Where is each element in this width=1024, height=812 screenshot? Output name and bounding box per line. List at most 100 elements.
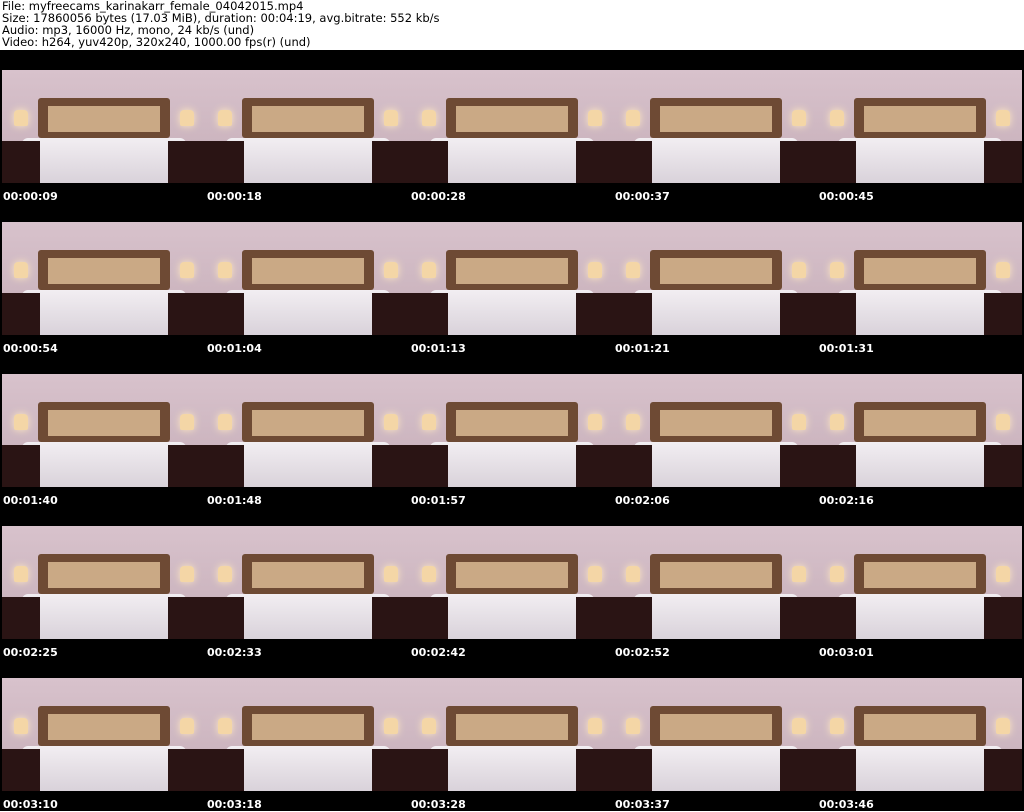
thumbnail: 00:00:28	[410, 52, 614, 204]
nightstand	[2, 141, 40, 183]
timestamp: 00:01:48	[207, 494, 262, 507]
video-frame	[2, 678, 206, 791]
lamp	[996, 262, 1010, 278]
video-frame	[614, 526, 818, 639]
nightstand	[410, 293, 448, 335]
nightstand	[168, 293, 206, 335]
timestamp: 00:01:04	[207, 342, 262, 355]
nightstand	[168, 141, 206, 183]
lamp	[384, 566, 398, 582]
lamp	[588, 262, 602, 278]
video-frame	[206, 526, 410, 639]
headboard	[854, 98, 986, 138]
video-frame	[818, 374, 1022, 487]
nightstand	[818, 293, 856, 335]
headboard	[854, 402, 986, 442]
nightstand	[614, 141, 652, 183]
video-frame	[2, 374, 206, 487]
headboard	[446, 554, 578, 594]
bed	[226, 594, 390, 639]
thumbnail: 00:00:18	[206, 52, 410, 204]
bed	[838, 138, 1002, 183]
nightstand	[576, 293, 614, 335]
thumbnail: 00:03:46	[818, 660, 1022, 812]
nightstand	[372, 597, 410, 639]
nightstand	[614, 293, 652, 335]
headboard	[38, 554, 170, 594]
nightstand	[780, 293, 818, 335]
bed	[838, 594, 1002, 639]
thumbnail: 00:03:37	[614, 660, 818, 812]
lamp	[14, 262, 28, 278]
nightstand	[206, 749, 244, 791]
timestamp: 00:02:52	[615, 646, 670, 659]
nightstand	[780, 141, 818, 183]
video-frame	[2, 70, 206, 183]
thumbnail-grid: 00:00:09 00:00:18 00:00:28 00:00:37 00:00:45…	[2, 52, 1022, 812]
thumbnail: 00:01:04	[206, 204, 410, 356]
lamp	[384, 110, 398, 126]
bed	[838, 746, 1002, 791]
lamp	[626, 566, 640, 582]
nightstand	[372, 749, 410, 791]
thumbnail-sheet: 00:00:09 00:00:18 00:00:28 00:00:37 00:00:45…	[0, 50, 1024, 811]
nightstand	[410, 749, 448, 791]
lamp	[792, 414, 806, 430]
bed	[430, 594, 594, 639]
headboard	[242, 554, 374, 594]
timestamp: 00:02:16	[819, 494, 874, 507]
headboard	[854, 554, 986, 594]
video-frame	[410, 222, 614, 335]
thumbnail: 00:02:52	[614, 508, 818, 660]
thumbnail: 00:02:06	[614, 356, 818, 508]
lamp	[218, 718, 232, 734]
bed	[430, 290, 594, 335]
lamp	[996, 414, 1010, 430]
thumbnail: 00:03:18	[206, 660, 410, 812]
video-frame	[614, 70, 818, 183]
bed	[634, 746, 798, 791]
timestamp: 00:03:37	[615, 798, 670, 811]
thumbnail: 00:02:16	[818, 356, 1022, 508]
thumbnail: 00:01:31	[818, 204, 1022, 356]
headboard	[242, 402, 374, 442]
thumbnail: 00:01:40	[2, 356, 206, 508]
video-frame	[206, 374, 410, 487]
nightstand	[372, 293, 410, 335]
timestamp: 00:03:28	[411, 798, 466, 811]
headboard	[854, 706, 986, 746]
nightstand	[410, 445, 448, 487]
thumbnail: 00:01:13	[410, 204, 614, 356]
lamp	[384, 414, 398, 430]
nightstand	[984, 749, 1022, 791]
nightstand	[2, 749, 40, 791]
lamp	[996, 718, 1010, 734]
lamp	[996, 110, 1010, 126]
lamp	[830, 566, 844, 582]
nightstand	[372, 141, 410, 183]
thumbnail: 00:00:09	[2, 52, 206, 204]
bed	[430, 746, 594, 791]
nightstand	[818, 141, 856, 183]
lamp	[588, 414, 602, 430]
bed	[226, 138, 390, 183]
video-frame	[614, 678, 818, 791]
nightstand	[818, 445, 856, 487]
bed	[226, 442, 390, 487]
lamp	[218, 262, 232, 278]
lamp	[422, 414, 436, 430]
lamp	[830, 718, 844, 734]
lamp	[626, 414, 640, 430]
lamp	[792, 110, 806, 126]
video-info: Video: h264, yuv420p, 320x240, 1000.00 f…	[2, 35, 311, 49]
timestamp: 00:02:33	[207, 646, 262, 659]
video-frame	[410, 678, 614, 791]
bed	[634, 138, 798, 183]
timestamp: 00:01:57	[411, 494, 466, 507]
headboard	[38, 706, 170, 746]
lamp	[626, 718, 640, 734]
bed	[226, 746, 390, 791]
nightstand	[168, 749, 206, 791]
nightstand	[168, 445, 206, 487]
video-frame	[614, 374, 818, 487]
